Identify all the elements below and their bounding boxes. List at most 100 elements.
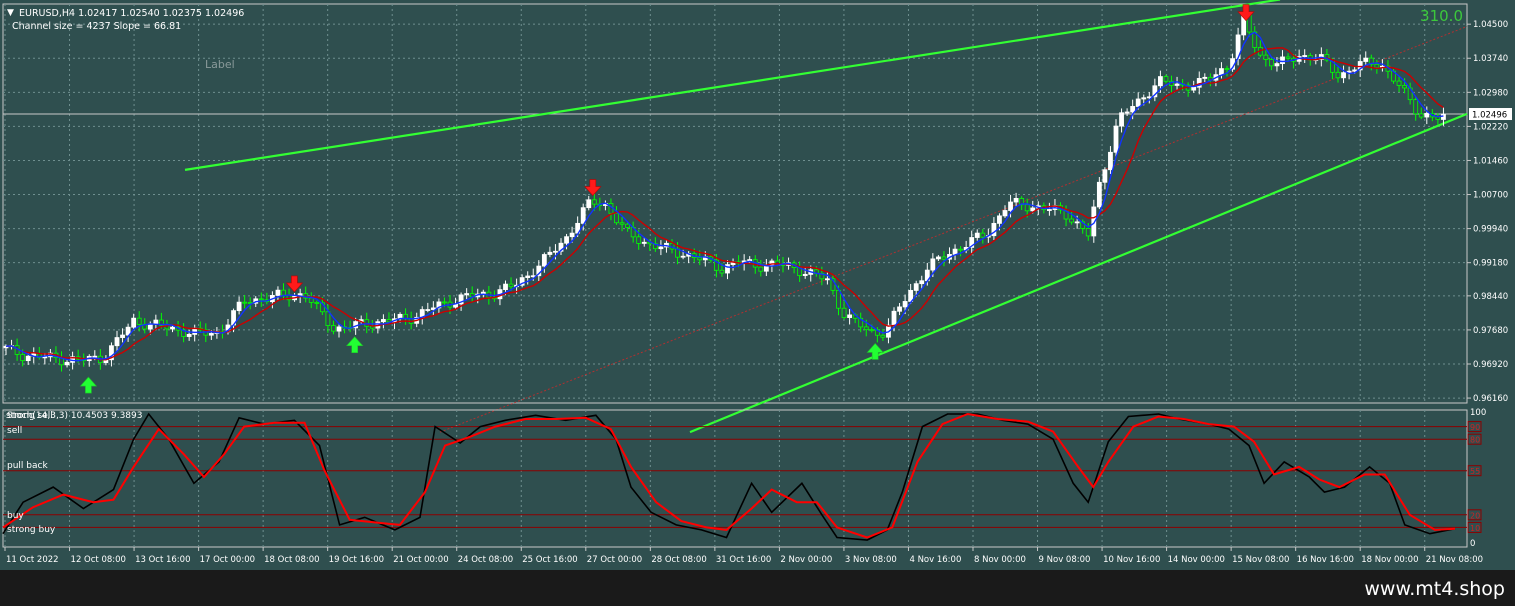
candle-body bbox=[614, 212, 619, 224]
candle-body bbox=[258, 298, 264, 301]
candle-body bbox=[1335, 71, 1341, 79]
time-tick-label: 16 Nov 16:00 bbox=[1297, 555, 1354, 565]
time-tick-label: 13 Oct 16:00 bbox=[135, 555, 190, 565]
time-tick-label: 31 Oct 16:00 bbox=[716, 555, 771, 565]
candle-body bbox=[880, 334, 886, 338]
price-tick-label: 1.02980 bbox=[1473, 88, 1508, 98]
candle-body bbox=[1285, 56, 1291, 59]
candle-body bbox=[625, 223, 630, 228]
candle-body bbox=[325, 311, 331, 326]
time-tick-label: 18 Oct 08:00 bbox=[264, 555, 319, 565]
candle-body bbox=[1191, 86, 1197, 91]
candle-body bbox=[541, 254, 547, 267]
candle-body bbox=[997, 215, 1002, 224]
price-tick-label: 1.02220 bbox=[1473, 122, 1508, 132]
candle-body bbox=[1269, 59, 1274, 67]
forex-chart: 1.04500 1.03740 1.02980 1.02220 1.01460 1.007… bbox=[0, 0, 1515, 606]
candle-body bbox=[186, 333, 192, 337]
candle-body bbox=[913, 283, 919, 291]
candle-body bbox=[20, 354, 26, 362]
time-tick-label: 17 Oct 00:00 bbox=[200, 555, 255, 565]
price-tick-label: 1.00700 bbox=[1473, 191, 1508, 201]
price-tick-label: 1.03740 bbox=[1473, 54, 1508, 64]
candle-body bbox=[1074, 221, 1080, 224]
candle-body bbox=[1374, 63, 1380, 69]
candle-body bbox=[619, 222, 625, 225]
time-tick-label: 19 Oct 16:00 bbox=[329, 555, 384, 565]
candle-body bbox=[1418, 113, 1424, 118]
price-tick-label: 0.96160 bbox=[1473, 394, 1508, 404]
candle-body bbox=[836, 289, 841, 309]
symbol-quote: EURUSD,H4 1.02417 1.02540 1.02375 1.0249… bbox=[19, 8, 244, 19]
candle-body bbox=[591, 199, 597, 205]
stoch-level-label: 20 bbox=[1470, 511, 1480, 520]
candle-body bbox=[1108, 151, 1113, 171]
footer-bar bbox=[0, 570, 1515, 606]
candle-body bbox=[658, 246, 664, 250]
candle-body bbox=[1396, 80, 1402, 86]
price-tick-label: 0.98440 bbox=[1473, 292, 1508, 302]
zone-label-strong-buy: strong buy bbox=[7, 525, 56, 535]
time-tick-label: 15 Nov 08:00 bbox=[1232, 555, 1289, 565]
channel-info: Channel size = 4237 Slope = 66.81 bbox=[12, 21, 181, 32]
zone-label-sell: sell bbox=[7, 426, 22, 436]
candle-body bbox=[1280, 56, 1285, 64]
candle-body bbox=[1124, 111, 1130, 114]
candle-body bbox=[1008, 201, 1013, 211]
candle-body bbox=[1202, 76, 1208, 79]
candle-body bbox=[25, 355, 31, 362]
candle-body bbox=[503, 283, 508, 291]
candle-body bbox=[1402, 85, 1407, 89]
candle-body bbox=[1174, 83, 1180, 86]
spread-value: 310.0 bbox=[1420, 7, 1463, 25]
candle-body bbox=[974, 232, 980, 238]
stoch-level-label: 10 bbox=[1470, 524, 1480, 533]
candle-body bbox=[114, 337, 120, 347]
candle-body bbox=[697, 257, 703, 261]
candle-body bbox=[1224, 68, 1230, 70]
stoch-level-label: 90 bbox=[1470, 423, 1480, 432]
candle-body bbox=[1102, 169, 1108, 183]
candle-body bbox=[208, 333, 214, 336]
time-tick-label: 27 Oct 00:00 bbox=[587, 555, 642, 565]
candle-body bbox=[891, 310, 897, 326]
candle-body bbox=[425, 309, 431, 311]
candle-body bbox=[314, 302, 320, 304]
symbol-menu-icon[interactable]: ▼ bbox=[7, 8, 14, 18]
price-tick-label: 1.01460 bbox=[1473, 156, 1508, 166]
time-tick-label: 11 Oct 2022 bbox=[6, 555, 59, 565]
candle-body bbox=[1424, 113, 1430, 118]
current-price-label: 1.02496 bbox=[1472, 111, 1507, 121]
candle-body bbox=[1002, 210, 1008, 217]
price-tick-label: 0.96920 bbox=[1473, 360, 1508, 370]
candle-body bbox=[442, 301, 447, 304]
candle-body bbox=[331, 325, 336, 332]
candle-body bbox=[64, 361, 70, 366]
stoch-axis-max: 100 bbox=[1470, 408, 1486, 418]
candle-body bbox=[153, 319, 159, 325]
candle-body bbox=[1130, 106, 1136, 113]
candle-body bbox=[680, 255, 686, 258]
time-tick-label: 21 Nov 08:00 bbox=[1426, 555, 1483, 565]
candle-body bbox=[930, 258, 936, 271]
candle-body bbox=[941, 256, 947, 260]
candle-body bbox=[275, 289, 281, 296]
candle-body bbox=[1413, 99, 1419, 115]
zone-label-buy: buy bbox=[7, 511, 24, 521]
candle-body bbox=[847, 314, 852, 318]
price-tick-label: 1.04500 bbox=[1473, 20, 1508, 30]
candle-body bbox=[863, 326, 869, 331]
stoch-axis-min: 0 bbox=[1470, 539, 1475, 549]
watermark: www.mt4.shop bbox=[1364, 578, 1505, 600]
candle-body bbox=[1263, 54, 1269, 60]
candle-body bbox=[1146, 96, 1152, 99]
candle-body bbox=[1274, 63, 1280, 67]
candle-body bbox=[1119, 112, 1124, 127]
candle-body bbox=[719, 269, 725, 274]
candle-body bbox=[336, 326, 342, 332]
candle-body bbox=[936, 256, 941, 260]
candle-body bbox=[1163, 76, 1169, 82]
time-tick-label: 2 Nov 00:00 bbox=[780, 555, 832, 565]
price-tick-label: 0.97680 bbox=[1473, 326, 1508, 336]
candle-body bbox=[636, 236, 642, 244]
